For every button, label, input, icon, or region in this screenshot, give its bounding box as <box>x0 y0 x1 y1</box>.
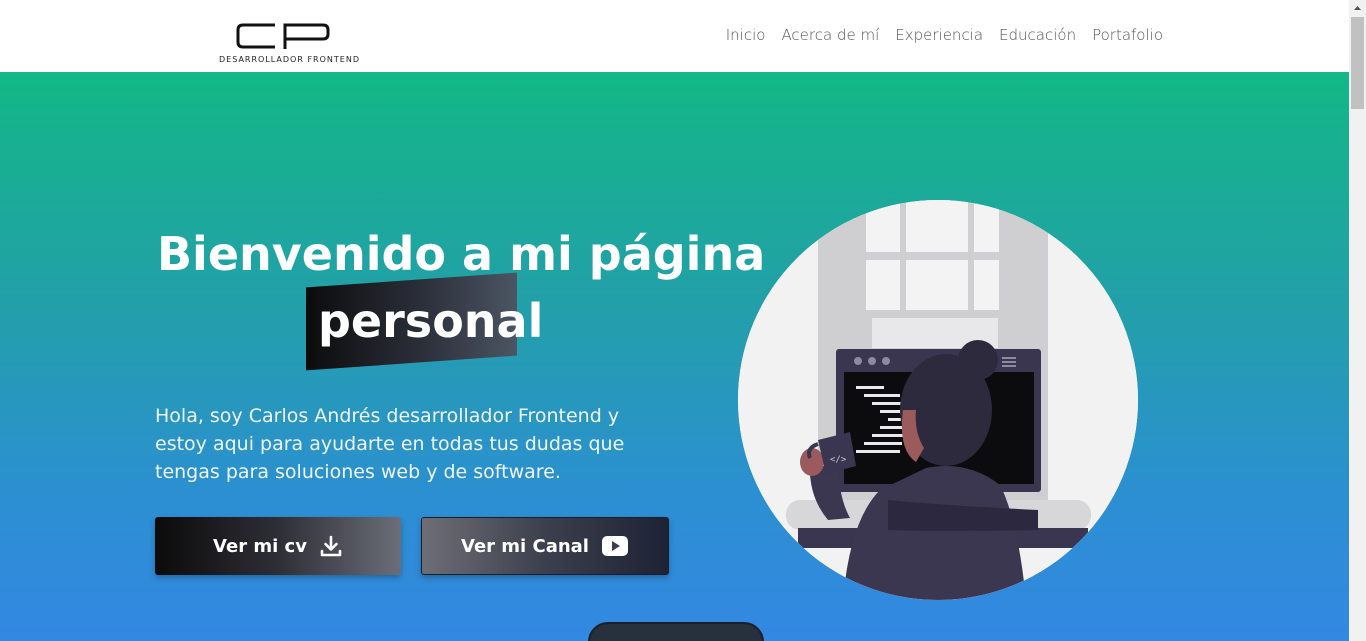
nav-link-educacion[interactable]: Educación <box>999 26 1076 44</box>
logo-subtitle: DESARROLLADOR FRONTEND <box>219 55 360 64</box>
canal-button-label: Ver mi Canal <box>461 535 589 557</box>
nav-link-inicio[interactable]: Inicio <box>726 26 766 44</box>
hero-description: Hola, soy Carlos Andrés desarrollador Fr… <box>155 405 625 483</box>
scroll-up-arrow-icon[interactable] <box>1349 0 1366 17</box>
view-channel-button[interactable]: Ver mi Canal <box>421 517 669 575</box>
hero-title-highlight: personal <box>318 294 544 348</box>
youtube-icon <box>601 536 628 556</box>
main-nav: Inicio Acerca de mí Experiencia Educació… <box>726 26 1163 44</box>
woman-coding-illustration-icon: </> <box>738 200 1138 600</box>
cp-logo-mark-icon <box>236 23 330 49</box>
download-cv-button[interactable]: Ver mi cv <box>155 517 401 575</box>
cv-button-label: Ver mi cv <box>213 535 307 557</box>
nav-link-portafolio[interactable]: Portafolio <box>1092 26 1163 44</box>
download-icon <box>320 535 342 557</box>
navbar: DESARROLLADOR FRONTEND Inicio Acerca de … <box>0 0 1349 72</box>
scrollbar-thumb[interactable] <box>1351 17 1364 109</box>
nav-link-experiencia[interactable]: Experiencia <box>895 26 983 44</box>
tech-dock <box>588 622 764 641</box>
hero-title: Bienvenido a mi página <box>157 227 766 281</box>
developer-illustration: </> <box>738 200 1138 600</box>
page-scrollbar[interactable] <box>1349 0 1366 641</box>
nav-link-acerca[interactable]: Acerca de mí <box>781 26 879 44</box>
svg-text:</>: </> <box>830 455 847 465</box>
hero-section: Bienvenido a mi página personal Hola, so… <box>0 72 1349 641</box>
site-logo[interactable]: DESARROLLADOR FRONTEND <box>219 20 359 66</box>
